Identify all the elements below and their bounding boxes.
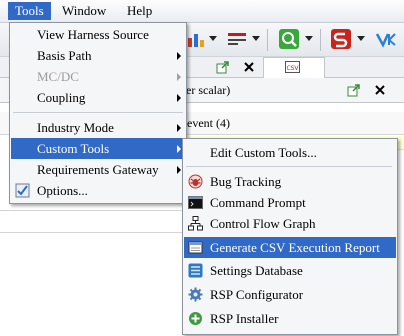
menu-item-view-harness-source[interactable]: View Harness Source: [11, 24, 185, 45]
menu-item-command-prompt[interactable]: Command Prompt: [184, 192, 396, 213]
csv-icon: CSV: [285, 61, 300, 73]
detach-icon[interactable]: [216, 60, 230, 74]
plus-icon: [189, 312, 202, 325]
database-icon: [188, 263, 203, 278]
menu-item-edit-custom-tools[interactable]: Edit Custom Tools...: [184, 142, 396, 163]
close-icon[interactable]: [374, 84, 386, 96]
vectorcast-logo-icon[interactable]: [330, 28, 352, 50]
menu-item-coupling[interactable]: Coupling: [11, 87, 185, 108]
submenu-arrow-icon: [177, 145, 181, 153]
submenu-arrow-icon: [177, 166, 181, 174]
chart-tool-icon[interactable]: [186, 28, 208, 50]
menu-item-basis-path[interactable]: Basis Path: [11, 45, 185, 66]
submenu-arrow-icon: [177, 52, 181, 60]
menu-help[interactable]: Help: [120, 2, 159, 20]
menu-item-bug-tracking[interactable]: Bug Tracking: [184, 171, 396, 192]
divider: [0, 232, 182, 233]
close-icon[interactable]: [243, 61, 255, 73]
logo-dropdown-arrow[interactable]: [357, 36, 365, 41]
chart-tool-dropdown-arrow[interactable]: [209, 36, 217, 41]
menu-item-mcdc: MC/DC: [11, 66, 185, 87]
submenu-arrow-icon: [177, 124, 181, 132]
toolbar-separator: [267, 29, 268, 51]
event-label[interactable]: event (4): [187, 116, 230, 131]
svg-text:CSV: CSV: [286, 65, 299, 72]
tools-menu: View Harness Source Basis Path MC/DC Cou…: [9, 22, 187, 204]
menu-item-control-flow-graph[interactable]: Control Flow Graph: [184, 213, 396, 234]
menu-item-options[interactable]: Options...: [11, 180, 185, 201]
menu-item-custom-tools[interactable]: Custom Tools: [11, 138, 185, 159]
search-icon[interactable]: [278, 28, 300, 50]
toolbar-separator: [320, 29, 321, 51]
menu-separator: [13, 112, 183, 113]
detach-icon[interactable]: [347, 83, 361, 97]
terminal-icon: [188, 196, 203, 209]
menu-window[interactable]: Window: [55, 2, 113, 20]
tab-csv[interactable]: CSV: [263, 57, 325, 78]
flow-graph-icon: [188, 216, 203, 231]
menu-separator: [186, 166, 392, 167]
coverage-tool-dropdown-arrow[interactable]: [252, 36, 260, 41]
submenu-arrow-icon: [177, 73, 181, 81]
vk-tool-icon[interactable]: [374, 28, 396, 50]
tab-label-fragment[interactable]: er scalar): [186, 83, 230, 98]
menu-item-rsp-configurator[interactable]: RSP Configurator: [184, 284, 396, 305]
menubar: Tools Window Help: [0, 0, 404, 23]
custom-tools-submenu: Edit Custom Tools... Bug Tracking Comman…: [182, 138, 398, 335]
search-dropdown-arrow[interactable]: [305, 36, 313, 41]
coverage-tool-icon[interactable]: [226, 28, 248, 50]
gear-icon: [188, 287, 203, 302]
menu-item-industry-mode[interactable]: Industry Mode: [11, 117, 185, 138]
menu-item-settings-database[interactable]: Settings Database: [184, 260, 396, 281]
divider: [0, 210, 182, 211]
menu-item-rsp-installer[interactable]: RSP Installer: [184, 308, 396, 329]
options-icon: [15, 183, 30, 198]
bug-icon: [188, 174, 203, 189]
submenu-arrow-icon: [177, 94, 181, 102]
menu-tools[interactable]: Tools: [8, 2, 51, 20]
menu-item-generate-csv-execution-report[interactable]: Generate CSV Execution Report: [184, 237, 396, 258]
csv-icon: [188, 241, 203, 254]
menu-item-requirements-gateway[interactable]: Requirements Gateway: [11, 159, 185, 180]
